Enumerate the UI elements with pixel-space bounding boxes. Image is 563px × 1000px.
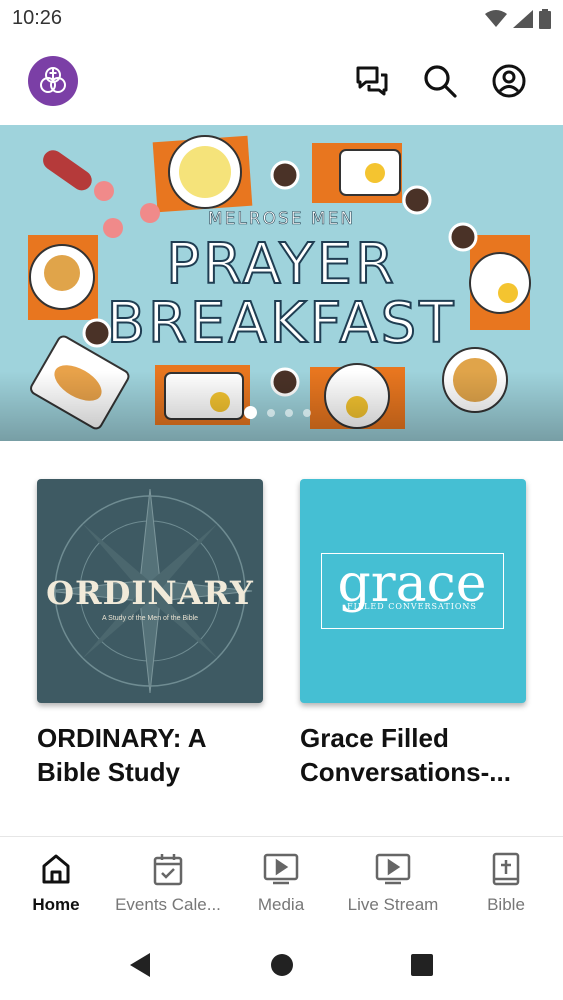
carousel-indicator — [244, 406, 311, 419]
card-ordinary[interactable]: ORDINARY A Study of the Men of the Bible… — [37, 479, 263, 789]
status-icons — [485, 9, 551, 34]
card-image-subtitle: A Study of the Men of the Bible — [101, 615, 199, 622]
home-icon — [0, 851, 112, 887]
app-header — [0, 40, 563, 125]
account-icon[interactable] — [490, 62, 528, 100]
bible-icon — [450, 851, 562, 887]
church-logo[interactable] — [28, 56, 78, 106]
status-time: 10:26 — [12, 7, 63, 29]
card-image[interactable]: ORDINARY A Study of the Men of the Bible — [37, 479, 263, 703]
battery-icon — [539, 9, 551, 34]
calendar-icon — [112, 851, 224, 887]
card-title[interactable]: ORDINARY: A Bible Study — [37, 721, 263, 789]
card-title[interactable]: Grace Filled Conversations-... — [300, 721, 526, 789]
card-image[interactable]: grace FILLED CONVERSATIONS — [300, 479, 526, 703]
carousel-dot[interactable] — [285, 408, 293, 417]
nav-label: Events Cale... — [115, 895, 221, 914]
hero-banner[interactable]: MELROSE MEN PRAYER BREAKFAST — [0, 125, 563, 441]
wifi-icon — [485, 10, 507, 33]
card-grace[interactable]: grace FILLED CONVERSATIONS Grace Filled … — [300, 479, 526, 789]
banner-title-line2: BREAKFAST — [106, 290, 457, 357]
search-icon[interactable] — [421, 62, 459, 100]
carousel-dot[interactable] — [303, 408, 311, 417]
banner-title-line1: PRAYER — [165, 231, 397, 298]
recents-icon[interactable] — [407, 950, 437, 980]
status-bar: 10:26 — [0, 0, 563, 40]
signal-icon — [513, 10, 533, 33]
play-screen-icon — [337, 851, 449, 887]
card-image-subtitle: FILLED CONVERSATIONS — [347, 602, 477, 611]
nav-item-live-stream[interactable]: Live Stream — [337, 851, 449, 915]
chat-icon[interactable] — [353, 62, 391, 100]
nav-item-events[interactable]: Events Cale... — [112, 851, 224, 915]
nav-label: Live Stream — [347, 895, 439, 914]
nav-label: Home — [32, 895, 80, 914]
play-screen-icon — [225, 851, 337, 887]
system-nav — [0, 930, 563, 1000]
nav-item-home[interactable]: Home — [0, 851, 112, 915]
banner-subtitle: MELROSE MEN — [207, 209, 356, 230]
nav-label: Media — [257, 895, 305, 914]
grace-logo-box: grace FILLED CONVERSATIONS — [321, 553, 504, 629]
carousel-dot[interactable] — [267, 408, 275, 417]
card-image-word: ORDINARY — [46, 574, 254, 612]
nav-item-media[interactable]: Media — [225, 851, 337, 915]
back-icon[interactable] — [125, 950, 155, 980]
nav-label: Bible — [487, 895, 525, 914]
carousel-dot[interactable] — [244, 406, 257, 419]
bottom-nav: Home Events Cale... Media Live Stream Bi… — [0, 836, 563, 930]
home-button-icon[interactable] — [267, 950, 297, 980]
nav-item-bible[interactable]: Bible — [450, 851, 562, 915]
